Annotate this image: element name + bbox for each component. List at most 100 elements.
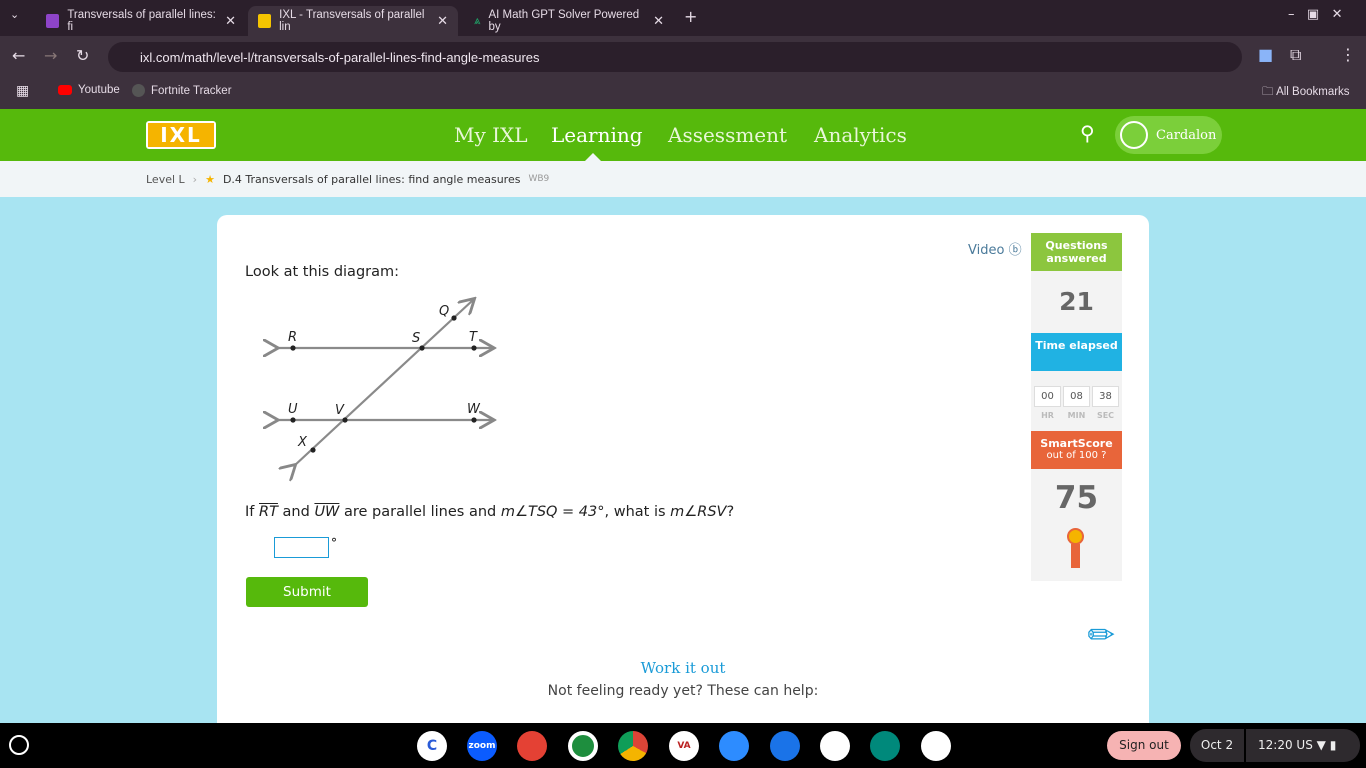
wifi-icon: ▼ bbox=[1316, 738, 1326, 752]
star-icon[interactable]: ★ bbox=[205, 173, 215, 186]
ixl-nav: IXL My IXL Learning Assessment Analytics… bbox=[0, 109, 1366, 161]
answer-input[interactable] bbox=[274, 537, 329, 558]
extensions-icon[interactable]: ⧉ bbox=[1290, 45, 1301, 65]
app-classroom-icon[interactable] bbox=[568, 731, 598, 761]
bookmark-label: Youtube bbox=[78, 84, 120, 96]
skill-name: D.4 Transversals of parallel lines: find… bbox=[222, 172, 521, 186]
asked-angle: m∠RSV bbox=[670, 504, 727, 520]
app-chrome-icon[interactable] bbox=[618, 731, 648, 761]
help-icon[interactable]: ? bbox=[1101, 450, 1106, 461]
user-menu[interactable]: Cardalon bbox=[1115, 116, 1222, 154]
smartscore-sub: out of 100 bbox=[1046, 450, 1098, 461]
chevron-right-icon: › bbox=[192, 172, 198, 186]
video-label: Video bbox=[968, 243, 1005, 258]
nav-analytics[interactable]: Analytics bbox=[814, 123, 907, 147]
q-end: ? bbox=[726, 504, 735, 520]
app-zoom-icon[interactable]: zoom bbox=[467, 731, 497, 761]
bookmark-label: Fortnite Tracker bbox=[151, 84, 232, 97]
forward-icon[interactable]: → bbox=[44, 46, 57, 65]
apps-icon[interactable]: ▦ bbox=[16, 82, 29, 99]
search-icon[interactable]: ⚲ bbox=[1080, 121, 1095, 145]
timer-hours: 00 bbox=[1034, 386, 1061, 407]
close-tab-icon[interactable]: ✕ bbox=[653, 13, 664, 29]
video-link[interactable]: Video ⓑ bbox=[968, 239, 1022, 258]
close-tab-icon[interactable]: ✕ bbox=[437, 13, 448, 29]
back-icon[interactable]: ← bbox=[12, 46, 25, 65]
extension-icon[interactable]: ■ bbox=[1258, 45, 1273, 64]
favicon-icon bbox=[258, 14, 272, 28]
tab-3[interactable]: ⩓ AI Math GPT Solver Powered by ✕ bbox=[464, 6, 674, 36]
hr-label: HR bbox=[1041, 411, 1054, 420]
timer-seconds: 38 bbox=[1092, 386, 1119, 407]
breadcrumb: Level L › ★ D.4 Transversals of parallel… bbox=[0, 161, 1366, 197]
launcher-icon[interactable] bbox=[9, 735, 29, 755]
ixl-logo[interactable]: IXL bbox=[148, 123, 214, 147]
breadcrumb-level[interactable]: Level L bbox=[146, 173, 185, 186]
status-tray[interactable]: 12:20 US ▼ ▮ bbox=[1246, 729, 1360, 762]
all-bookmarks[interactable]: 🗀 All Bookmarks bbox=[1262, 84, 1350, 103]
active-indicator bbox=[585, 153, 601, 161]
menu-icon[interactable]: ⋮ bbox=[1340, 45, 1356, 64]
avatar-icon bbox=[1120, 121, 1148, 149]
reload-icon[interactable]: ↻ bbox=[76, 46, 89, 65]
degree-symbol: ° bbox=[331, 536, 337, 550]
address-bar[interactable]: ixl.com/math/level-l/transversals-of-par… bbox=[108, 42, 1242, 72]
app-canva-icon[interactable]: C bbox=[417, 731, 447, 761]
date-display[interactable]: Oct 2 bbox=[1190, 729, 1244, 762]
time-elapsed-label: Time elapsed bbox=[1031, 333, 1122, 371]
app-va-icon[interactable]: VA bbox=[669, 731, 699, 761]
ribbon-icon bbox=[1067, 528, 1084, 545]
youtube-icon bbox=[58, 85, 72, 95]
app-textbook-icon[interactable] bbox=[820, 731, 850, 761]
bookmark-youtube[interactable]: Youtube bbox=[58, 84, 120, 96]
smartscore-value: 75 bbox=[1054, 480, 1099, 516]
smartscore-header: SmartScore out of 100 ? bbox=[1031, 431, 1122, 469]
prompt: Look at this diagram: bbox=[245, 264, 399, 280]
app-slides-icon[interactable] bbox=[870, 731, 900, 761]
tab-title: IXL - Transversals of parallel lin bbox=[279, 9, 425, 33]
clock: 12:20 bbox=[1258, 738, 1293, 752]
submit-button[interactable]: Submit bbox=[246, 577, 368, 607]
sign-out-button[interactable]: Sign out bbox=[1107, 731, 1181, 760]
url-text: ixl.com/math/level-l/transversals-of-par… bbox=[140, 49, 540, 65]
questions-answered-count: 21 bbox=[1059, 287, 1094, 316]
nav-learning[interactable]: Learning bbox=[551, 123, 643, 147]
locale: US bbox=[1296, 738, 1313, 752]
q-and: and bbox=[282, 504, 310, 520]
line-uw-label: UW bbox=[314, 504, 340, 520]
given-angle: m∠TSQ = 43° bbox=[500, 504, 605, 520]
smartscore-label: SmartScore bbox=[1040, 437, 1113, 450]
bookmarks-bar: ▦ Youtube Fortnite Tracker 🗀 All Bookmar… bbox=[0, 76, 1366, 109]
q-what: , what is bbox=[604, 504, 666, 520]
tab-2[interactable]: IXL - Transversals of parallel lin ✕ bbox=[248, 6, 458, 36]
window-controls[interactable]: – ▣ ✕ bbox=[1288, 7, 1342, 22]
tab-title: Transversals of parallel lines: fi bbox=[67, 9, 216, 33]
line-rt-label: RT bbox=[259, 504, 278, 520]
fortnite-icon bbox=[132, 84, 145, 97]
help-subtitle: Not feeling ready yet? These can help: bbox=[547, 683, 819, 699]
app-meet-icon[interactable] bbox=[719, 731, 749, 761]
favicon-icon: ⩓ bbox=[474, 14, 481, 27]
tab-search-button[interactable]: ⌄ bbox=[10, 8, 19, 21]
app-book-icon[interactable] bbox=[921, 731, 951, 761]
tab-strip: ⌄ Transversals of parallel lines: fi ✕ IX… bbox=[0, 0, 1366, 36]
nav-my-ixl[interactable]: My IXL bbox=[454, 123, 528, 147]
app-camera-icon[interactable] bbox=[770, 731, 800, 761]
ribbon-tail bbox=[1071, 544, 1080, 568]
question-card bbox=[217, 215, 1149, 735]
app-paint-icon[interactable] bbox=[517, 731, 547, 761]
new-tab-button[interactable]: + bbox=[684, 7, 697, 26]
tab-1[interactable]: Transversals of parallel lines: fi ✕ bbox=[36, 6, 246, 36]
timer-minutes: 08 bbox=[1063, 386, 1090, 407]
questions-answered-label: Questions answered bbox=[1031, 233, 1122, 271]
work-it-out-title: Work it out bbox=[640, 659, 726, 677]
q-if: If bbox=[245, 504, 255, 520]
bookmark-fortnite-tracker[interactable]: Fortnite Tracker bbox=[132, 84, 232, 97]
battery-icon: ▮ bbox=[1329, 738, 1337, 752]
q-mid: are parallel lines and bbox=[344, 504, 497, 520]
favicon-icon bbox=[46, 14, 60, 28]
close-tab-icon[interactable]: ✕ bbox=[225, 13, 236, 29]
min-label: MIN bbox=[1067, 411, 1086, 420]
all-bookmarks-label: All Bookmarks bbox=[1276, 86, 1350, 98]
nav-assessment[interactable]: Assessment bbox=[668, 123, 787, 147]
